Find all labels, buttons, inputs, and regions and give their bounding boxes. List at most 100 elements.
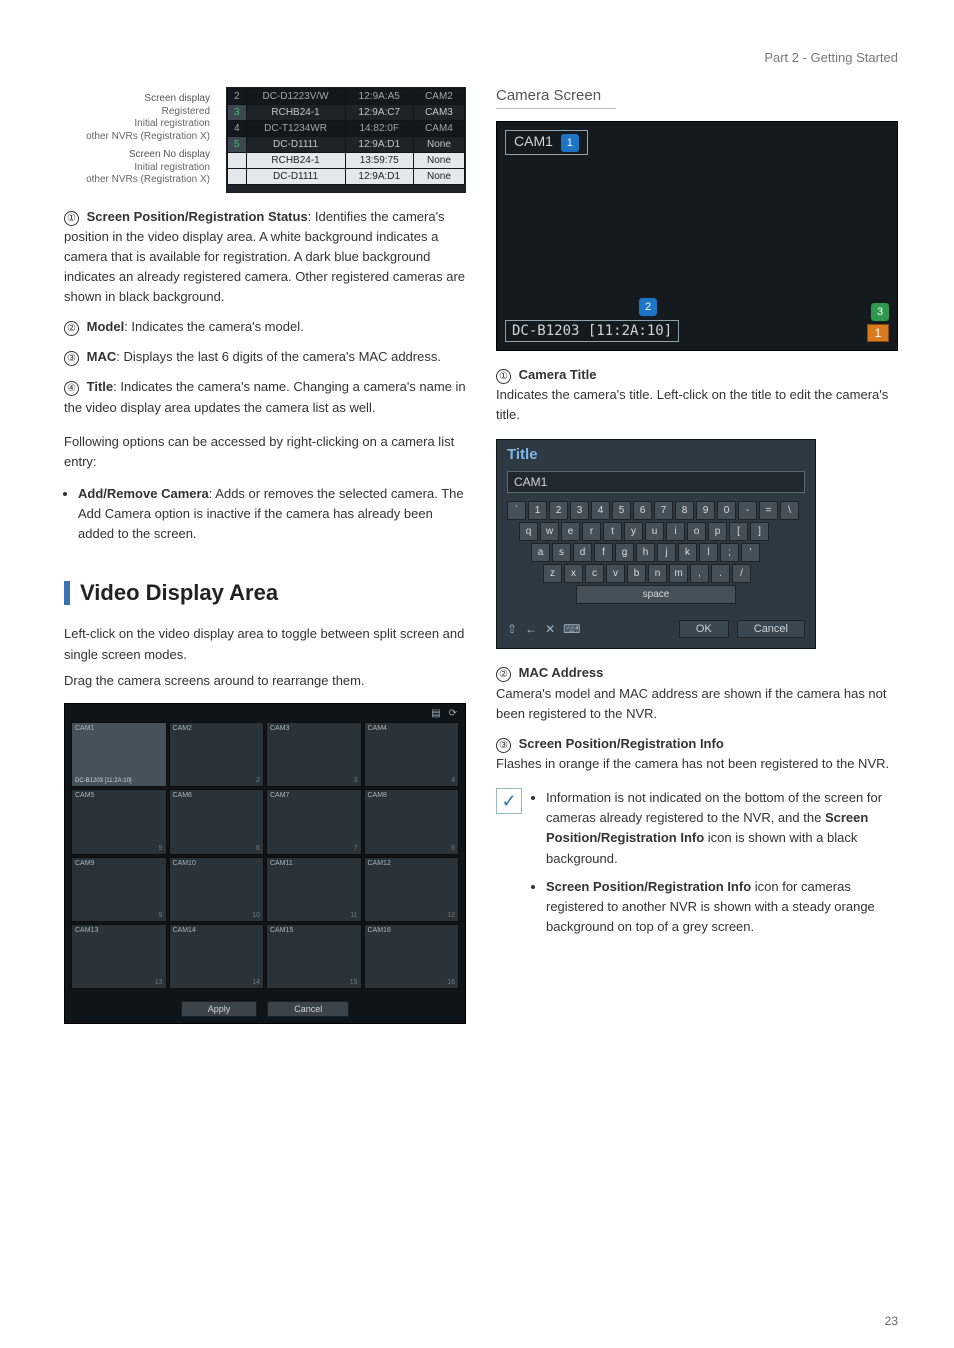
video-cell[interactable]: CAM1111 — [266, 857, 362, 922]
key[interactable]: w — [540, 522, 559, 541]
video-cell[interactable]: CAM33 — [266, 722, 362, 787]
key[interactable]: e — [561, 522, 580, 541]
camera-title-text: CAM1 — [514, 133, 553, 149]
key[interactable]: ` — [507, 501, 526, 520]
bullet-item: Add/Remove Camera: Adds or removes the s… — [78, 484, 466, 544]
key[interactable]: r — [582, 522, 601, 541]
key[interactable]: i — [666, 522, 685, 541]
key[interactable]: / — [732, 564, 751, 583]
key[interactable]: k — [678, 543, 697, 562]
left-paragraph-3: Drag the camera screens around to rearra… — [64, 671, 466, 691]
shift-icon[interactable]: ⇧ — [507, 622, 517, 636]
video-cell[interactable]: CAM44 — [364, 722, 460, 787]
video-cell[interactable]: CAM1313 — [71, 924, 167, 989]
key[interactable]: 6 — [633, 501, 652, 520]
key[interactable]: \ — [780, 501, 799, 520]
video-cell[interactable]: CAM99 — [71, 857, 167, 922]
key[interactable]: 2 — [549, 501, 568, 520]
camera-screenshot: CAM1 1 2 DC-B1203 [11:2A:10] 3 1 — [496, 121, 898, 351]
key[interactable]: g — [615, 543, 634, 562]
row-index — [228, 153, 247, 169]
grid-icon-refresh[interactable]: ⟳ — [449, 708, 457, 719]
video-cell[interactable]: CAM1414 — [169, 924, 265, 989]
video-cell[interactable]: CAM88 — [364, 789, 460, 854]
key[interactable]: m — [669, 564, 688, 583]
key[interactable]: = — [759, 501, 778, 520]
key[interactable]: n — [648, 564, 667, 583]
key[interactable]: ] — [750, 522, 769, 541]
space-key[interactable]: space — [576, 585, 736, 604]
apply-button[interactable]: Apply — [181, 1001, 258, 1017]
key[interactable]: v — [606, 564, 625, 583]
label-screen-display: Screen display — [144, 93, 210, 104]
key[interactable]: - — [738, 501, 757, 520]
video-cell[interactable]: CAM77 — [266, 789, 362, 854]
key[interactable]: ' — [741, 543, 760, 562]
key[interactable]: d — [573, 543, 592, 562]
kb-cancel-button[interactable]: Cancel — [737, 620, 805, 638]
label-other-nvrs-2: other NVRs (Registration X) — [64, 174, 210, 187]
key[interactable]: l — [699, 543, 718, 562]
key[interactable]: f — [594, 543, 613, 562]
key[interactable]: h — [636, 543, 655, 562]
key[interactable]: x — [564, 564, 583, 583]
key[interactable]: j — [657, 543, 676, 562]
camera-title-box[interactable]: CAM1 1 — [505, 130, 588, 155]
key[interactable]: s — [552, 543, 571, 562]
key[interactable]: z — [543, 564, 562, 583]
video-cell[interactable]: CAM66 — [169, 789, 265, 854]
note-bullet: Information is not indicated on the bott… — [546, 788, 898, 869]
key[interactable]: 4 — [591, 501, 610, 520]
key[interactable]: 8 — [675, 501, 694, 520]
key[interactable]: y — [624, 522, 643, 541]
callout-1: 1 — [561, 134, 579, 152]
key[interactable]: 7 — [654, 501, 673, 520]
key[interactable]: o — [687, 522, 706, 541]
video-cell[interactable]: CAM1212 — [364, 857, 460, 922]
key[interactable]: 5 — [612, 501, 631, 520]
label-screen-no-display: Screen No display — [129, 149, 210, 160]
video-cell[interactable]: CAM1DC-B1203 [11:2A:10] — [71, 722, 167, 787]
row-title: CAM2 — [413, 89, 464, 105]
key[interactable]: [ — [729, 522, 748, 541]
video-cell[interactable]: CAM22 — [169, 722, 265, 787]
key[interactable]: p — [708, 522, 727, 541]
key[interactable]: . — [711, 564, 730, 583]
key[interactable]: 1 — [528, 501, 547, 520]
row-model: DC-D1111 — [246, 137, 345, 153]
grid-icon-layout[interactable]: ▤ — [431, 708, 440, 719]
video-display-grid: ▤ ⟳ CAM1DC-B1203 [11:2A:10]CAM22CAM33CAM… — [64, 703, 466, 1025]
row-title: None — [413, 153, 464, 169]
video-cell[interactable]: CAM1515 — [266, 924, 362, 989]
key[interactable]: , — [690, 564, 709, 583]
video-cell[interactable]: CAM1616 — [364, 924, 460, 989]
camera-mac-box: DC-B1203 [11:2A:10] — [505, 320, 679, 342]
camera-list-table: 2 DC-D1223V/W 12:9A:A5 CAM23 RCHB24-1 12… — [226, 87, 466, 193]
row-model: DC-D1223V/W — [246, 89, 345, 105]
back-icon[interactable]: ← — [525, 622, 537, 636]
key[interactable]: 9 — [696, 501, 715, 520]
label-initial-reg: Initial registration — [64, 118, 210, 131]
close-icon[interactable]: ✕ — [545, 622, 555, 636]
row-index: 3 — [228, 105, 247, 121]
row-mac: 12:9A:C7 — [345, 105, 413, 121]
key[interactable]: b — [627, 564, 646, 583]
key[interactable]: c — [585, 564, 604, 583]
note-bullets: Information is not indicated on the bott… — [532, 788, 898, 937]
callout-3: 3 — [871, 303, 889, 321]
kb-ok-button[interactable]: OK — [679, 620, 729, 638]
key[interactable]: q — [519, 522, 538, 541]
key[interactable]: 0 — [717, 501, 736, 520]
key[interactable]: a — [531, 543, 550, 562]
video-cell[interactable]: CAM55 — [71, 789, 167, 854]
row-model: DC-D1111 — [246, 169, 345, 185]
keyboard-icon[interactable]: ⌨ — [563, 622, 580, 636]
video-cell[interactable]: CAM1010 — [169, 857, 265, 922]
row-mac: 13:59:75 — [345, 153, 413, 169]
key[interactable]: ; — [720, 543, 739, 562]
key[interactable]: u — [645, 522, 664, 541]
kb-input[interactable]: CAM1 — [507, 471, 805, 493]
key[interactable]: 3 — [570, 501, 589, 520]
key[interactable]: t — [603, 522, 622, 541]
cancel-button[interactable]: Cancel — [267, 1001, 349, 1017]
